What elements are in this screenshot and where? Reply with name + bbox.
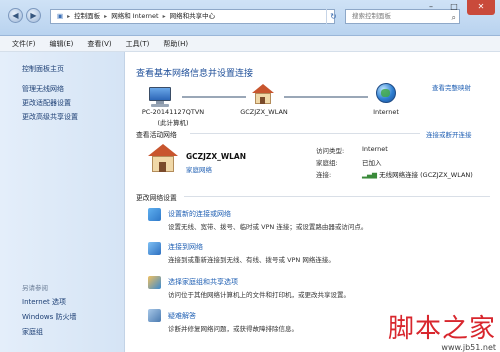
breadcrumb-item[interactable]: 控制面板 <box>74 10 100 23</box>
search-placeholder: 搜索控制面板 <box>352 12 391 20</box>
forward-icon[interactable]: ▶ <box>26 8 41 23</box>
new-connection-icon <box>148 208 161 221</box>
menu-edit[interactable]: 编辑(E) <box>50 36 88 51</box>
see-also-firewall[interactable]: Windows 防火墙 <box>22 312 76 322</box>
network-type-link[interactable]: 家庭网络 <box>186 164 212 174</box>
watermark-url: www.jb51.net <box>441 343 496 352</box>
page-title: 查看基本网络信息并设置连接 <box>136 69 254 79</box>
sidebar-home-link[interactable]: 控制面板主页 <box>22 64 64 74</box>
maximize-button[interactable]: □ <box>443 0 465 15</box>
network-name: GCZJZX_WLAN <box>186 152 246 161</box>
internet-globe-icon <box>376 83 396 103</box>
sidebar-link-manage-wireless[interactable]: 管理无线网络 <box>22 84 64 94</box>
sidebar-link-advanced-sharing[interactable]: 更改高级共享设置 <box>22 112 78 122</box>
back-icon[interactable]: ◀ <box>8 8 23 23</box>
node-internet-label: Internet <box>373 108 399 116</box>
troubleshoot-icon <box>148 309 161 322</box>
connect-network-icon <box>148 242 161 255</box>
menu-bar: 文件(F) 编辑(E) 查看(V) 工具(T) 帮助(H) <box>0 36 500 52</box>
watermark: 脚本之家 www.jb51.net <box>388 315 496 352</box>
access-type-value: Internet <box>362 145 388 153</box>
computer-icon <box>148 87 172 107</box>
task-new-connection-link[interactable]: 设置新的连接或网络 <box>168 209 231 219</box>
minimize-button[interactable]: – <box>420 0 442 15</box>
homegroup-sharing-icon <box>148 276 161 289</box>
node-computer-label: PC-20141127QTVN <box>141 108 205 116</box>
sidebar: 控制面板主页 管理无线网络 更改适配器设置 更改高级共享设置 另请参阅 Inte… <box>0 52 125 352</box>
breadcrumb-item[interactable]: 网络和共享中心 <box>170 10 216 23</box>
connection-line <box>284 96 368 98</box>
home-network-icon <box>252 84 274 104</box>
node-network-label: GCZJZX_WLAN <box>240 108 288 116</box>
see-also-internet-options[interactable]: Internet 选项 <box>22 297 66 307</box>
task-troubleshoot-desc: 诊断并修复网络问题，或获得故障排除信息。 <box>168 325 298 333</box>
see-also-homegroup[interactable]: 家庭组 <box>22 327 43 337</box>
wifi-signal-icon: ▂▄▆ <box>362 171 377 179</box>
active-networks-heading: 查看活动网络 <box>136 131 177 139</box>
homegroup-label: 家庭组: <box>316 159 338 167</box>
task-homegroup-sharing-link[interactable]: 选择家庭组和共享选项 <box>168 277 238 287</box>
node-computer-sublabel: (此计算机) <box>157 119 189 127</box>
breadcrumb-item[interactable]: 网络和 Internet <box>111 10 158 23</box>
task-troubleshoot-link[interactable]: 疑难解答 <box>168 311 196 321</box>
connection-value-link[interactable]: ▂▄▆ 无线网络连接 (GCZJZX_WLAN) <box>362 169 473 179</box>
access-type-label: 访问类型: <box>316 147 345 155</box>
connection-label: 连接: <box>316 171 332 179</box>
close-button[interactable]: ✕ <box>467 0 495 15</box>
menu-file[interactable]: 文件(F) <box>12 36 50 51</box>
main-panel: 查看基本网络信息并设置连接 查看完整映射 PC-20141127QTVN (此计… <box>126 52 500 352</box>
task-homegroup-sharing-desc: 访问位于其他网络计算机上的文件和打印机，或更改共享设置。 <box>168 291 350 299</box>
change-settings-heading: 更改网络设置 <box>136 194 177 202</box>
address-bar[interactable]: ▣ ▸ 控制面板 ▸ 网络和 Internet ▸ 网络和共享中心 <box>50 9 335 24</box>
view-full-map-link[interactable]: 查看完整映射 <box>432 82 471 92</box>
task-connect-network-link[interactable]: 连接到网络 <box>168 242 203 252</box>
see-also-heading: 另请参阅 <box>22 284 48 292</box>
control-panel-icon: ▣ <box>57 12 64 20</box>
task-connect-network-desc: 连接到或重新连接到无线、有线、拨号或 VPN 网络连接。 <box>168 256 335 264</box>
refresh-icon[interactable]: ↻ <box>326 9 340 24</box>
task-new-connection-desc: 设置无线、宽带、拨号、临时或 VPN 连接；或设置路由器或访问点。 <box>168 223 368 231</box>
sidebar-link-adapter-settings[interactable]: 更改适配器设置 <box>22 98 71 108</box>
connection-line <box>182 96 246 98</box>
menu-tools[interactable]: 工具(T) <box>126 36 164 51</box>
menu-view[interactable]: 查看(V) <box>87 36 125 51</box>
connect-disconnect-link[interactable]: 连接或断开连接 <box>426 129 472 139</box>
title-bar: ◀ ▶ ▣ ▸ 控制面板 ▸ 网络和 Internet ▸ 网络和共享中心 ↻ … <box>0 0 500 36</box>
home-network-large-icon <box>148 144 178 172</box>
homegroup-value-link[interactable]: 已加入 <box>362 157 382 167</box>
menu-help[interactable]: 帮助(H) <box>163 36 202 51</box>
watermark-text: 脚本之家 <box>387 314 496 344</box>
